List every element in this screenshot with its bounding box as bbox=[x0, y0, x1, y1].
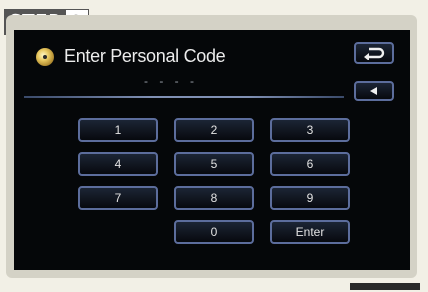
back-button[interactable] bbox=[354, 42, 394, 64]
display-screen: Enter Personal Code - - - - 1 2 3 4 5 6 … bbox=[14, 30, 410, 270]
enter-button[interactable]: Enter bbox=[270, 220, 350, 244]
key-3[interactable]: 3 bbox=[270, 118, 350, 142]
key-2[interactable]: 2 bbox=[174, 118, 254, 142]
code-underline bbox=[24, 96, 344, 98]
key-4[interactable]: 4 bbox=[78, 152, 158, 176]
key-7[interactable]: 7 bbox=[78, 186, 158, 210]
key-6[interactable]: 6 bbox=[270, 152, 350, 176]
code-display: - - - - bbox=[144, 74, 198, 88]
image-code-tag bbox=[350, 283, 420, 290]
key-5[interactable]: 5 bbox=[174, 152, 254, 176]
key-1[interactable]: 1 bbox=[78, 118, 158, 142]
key-9[interactable]: 9 bbox=[270, 186, 350, 210]
screen-title: Enter Personal Code bbox=[64, 46, 226, 66]
return-arrow-icon bbox=[364, 47, 385, 60]
disc-icon bbox=[36, 48, 54, 66]
key-8[interactable]: 8 bbox=[174, 186, 254, 210]
key-0[interactable]: 0 bbox=[174, 220, 254, 244]
left-triangle-icon bbox=[370, 87, 377, 95]
delete-button[interactable] bbox=[354, 81, 394, 101]
